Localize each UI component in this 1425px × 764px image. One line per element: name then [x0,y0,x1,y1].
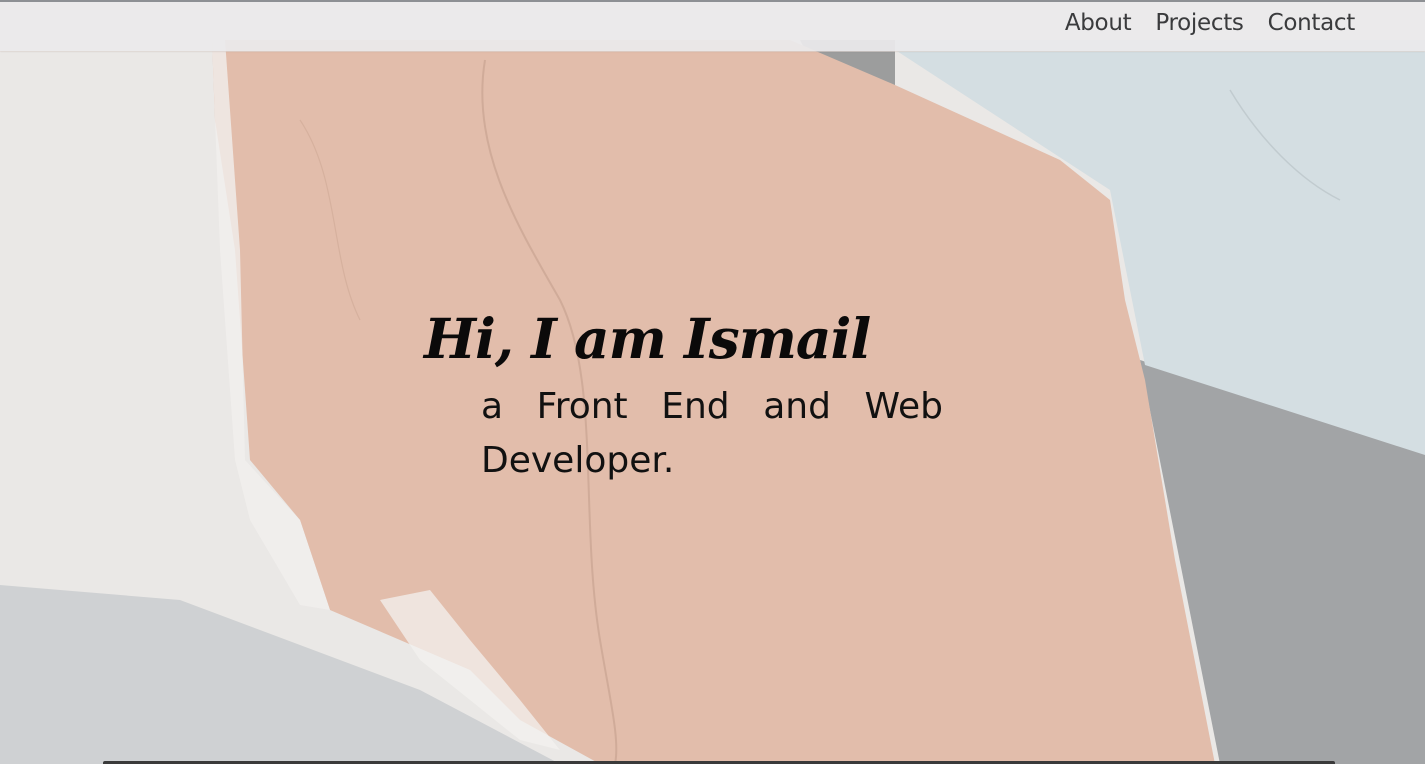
nav-link-about[interactable]: About [1065,10,1132,36]
hero-subtitle: a Front End and Web Developer. [481,386,943,481]
nav-links: About Projects Contact [1065,10,1355,36]
top-navbar: About Projects Contact [0,0,1425,51]
nav-link-contact[interactable]: Contact [1268,10,1356,36]
hero-title: Hi, I am Ismail [424,306,871,371]
page: About Projects Contact Hi, I am Ismail a… [0,0,1425,764]
nav-link-projects[interactable]: Projects [1155,10,1244,36]
